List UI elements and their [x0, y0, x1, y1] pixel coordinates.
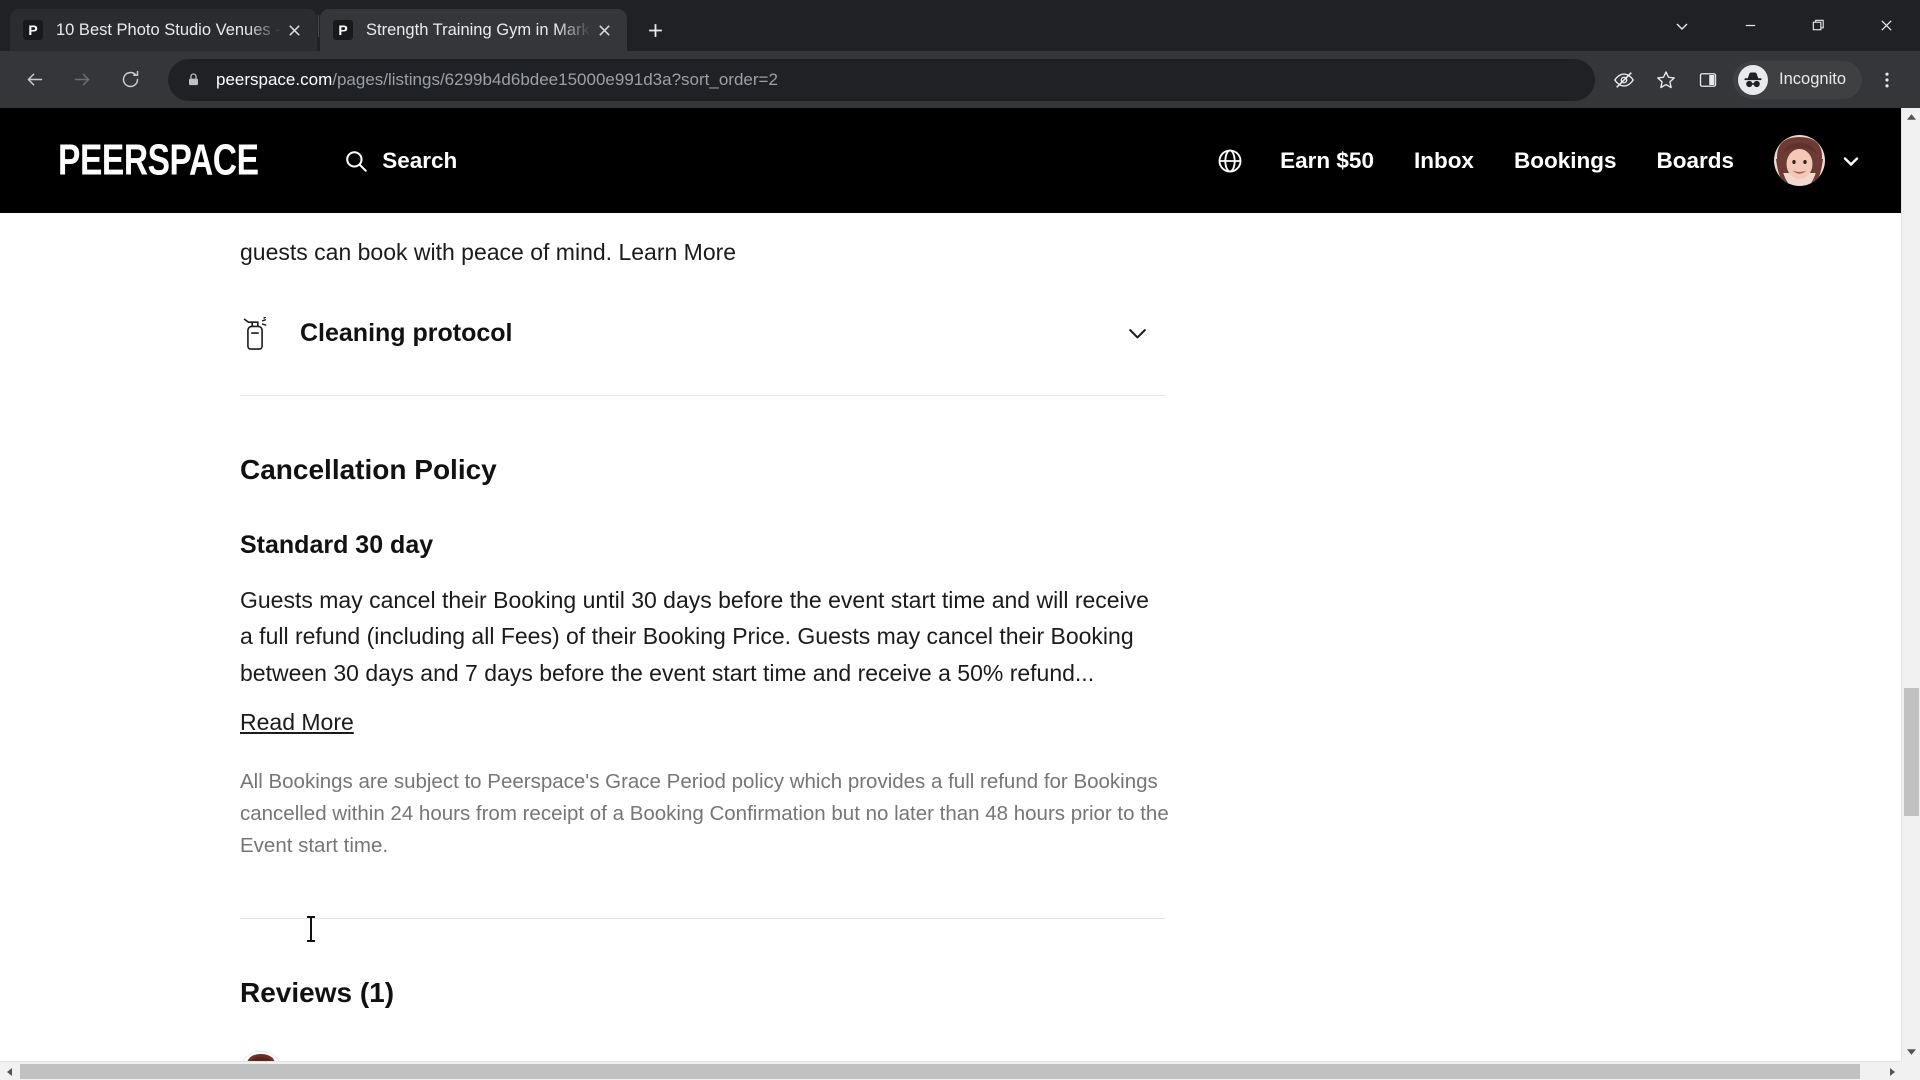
incognito-indicator[interactable]: Incognito — [1733, 60, 1862, 99]
cancellation-policy-body: Guests may cancel their Booking until 30… — [240, 586, 1149, 686]
nav-item-bookings[interactable]: Bookings — [1514, 148, 1617, 174]
cleaning-protocol-title: Cleaning protocol — [300, 319, 513, 348]
vertical-scrollbar[interactable] — [1901, 108, 1920, 1061]
toolbar-right-actions: Incognito — [1603, 59, 1908, 101]
cancellation-policy-heading: Cancellation Policy — [240, 453, 497, 485]
incognito-icon — [1738, 64, 1769, 95]
peerspace-logo[interactable]: PEERSPACE — [58, 136, 259, 185]
tab-title: 10 Best Photo Studio Venues - T — [56, 20, 281, 39]
site-nav: Earn $50 Inbox Bookings Boards — [1216, 135, 1863, 186]
tab-close-icon[interactable] — [281, 17, 307, 43]
url-host: peerspace.com — [216, 69, 333, 89]
nav-item-boards[interactable]: Boards — [1656, 148, 1734, 174]
address-bar-url: peerspace.com/pages/listings/6299b4d6bde… — [216, 70, 778, 90]
page-content: guests can book with peace of mind. Lear… — [0, 213, 1901, 1080]
globe-icon[interactable] — [1216, 147, 1244, 175]
reviews-divider — [240, 918, 1165, 920]
tab-close-icon[interactable] — [591, 17, 617, 43]
lock-icon — [186, 72, 201, 87]
close-window-button[interactable] — [1852, 0, 1920, 51]
tab-favicon-icon: P — [333, 20, 353, 40]
window-controls — [1648, 0, 1920, 51]
hscroll-right-arrow[interactable] — [1882, 1062, 1901, 1080]
search-button[interactable]: Search — [343, 148, 457, 174]
hscroll-thumb[interactable] — [20, 1064, 1860, 1079]
chevron-down-icon[interactable] — [1839, 149, 1863, 173]
nav-item-inbox[interactable]: Inbox — [1414, 148, 1474, 174]
vscroll-down-arrow[interactable] — [1902, 1042, 1920, 1061]
hscroll-left-arrow[interactable] — [0, 1062, 19, 1080]
read-more-link[interactable]: Read More — [240, 709, 354, 736]
url-path: /pages/listings/6299b4d6bdee15000e991d3a… — [332, 69, 778, 89]
user-menu[interactable] — [1774, 135, 1863, 186]
section-divider — [240, 394, 1165, 396]
text-cursor — [307, 916, 315, 942]
tab-title: Strength Training Gym in Markha — [366, 20, 591, 39]
bookmark-star-icon[interactable] — [1645, 59, 1687, 101]
chevron-down-icon[interactable] — [1124, 320, 1165, 347]
covid-lead-text: guests can book with peace of mind. Lear… — [240, 239, 737, 265]
chrome-menu-icon[interactable] — [1866, 59, 1908, 101]
page-viewport: PEERSPACE Search Earn $50 Inbox Bookings… — [0, 108, 1920, 1080]
browser-window: P 10 Best Photo Studio Venues - T P Stre… — [0, 0, 1920, 1080]
browser-tab-2[interactable]: P Strength Training Gym in Markha — [320, 9, 627, 51]
nav-item-earn[interactable]: Earn $50 — [1280, 148, 1374, 174]
reload-button[interactable] — [108, 58, 152, 102]
new-tab-button[interactable] — [636, 11, 674, 49]
vscroll-up-arrow[interactable] — [1902, 108, 1920, 127]
search-icon — [346, 150, 367, 172]
browser-toolbar: peerspace.com/pages/listings/6299b4d6bde… — [0, 51, 1920, 108]
forward-button[interactable] — [60, 58, 104, 102]
site-header: PEERSPACE Search Earn $50 Inbox Bookings… — [0, 108, 1901, 213]
spray-bottle-icon — [240, 316, 280, 351]
content-column: guests can book with peace of mind. Lear… — [240, 213, 1169, 1080]
maximize-restore-button[interactable] — [1784, 0, 1852, 51]
tab-favicon-icon: P — [23, 20, 43, 40]
address-bar[interactable]: peerspace.com/pages/listings/6299b4d6bde… — [168, 58, 1596, 101]
browser-tab-1[interactable]: P 10 Best Photo Studio Venues - T — [10, 9, 317, 51]
incognito-label: Incognito — [1779, 70, 1846, 88]
tab-search-chevron-icon[interactable] — [1648, 0, 1716, 51]
horizontal-scrollbar[interactable] — [0, 1061, 1901, 1080]
web-page: PEERSPACE Search Earn $50 Inbox Bookings… — [0, 108, 1901, 1080]
avatar — [1774, 135, 1825, 186]
back-button[interactable] — [12, 58, 56, 102]
cleaning-protocol-accordion[interactable]: Cleaning protocol — [240, 271, 1165, 395]
tab-separator — [318, 14, 319, 37]
eye-slash-icon[interactable] — [1603, 59, 1645, 101]
side-panel-icon[interactable] — [1687, 59, 1729, 101]
vscroll-thumb[interactable] — [1904, 688, 1919, 816]
grace-period-text: All Bookings are subject to Peerspace's … — [240, 770, 1169, 858]
policy-name: Standard 30 day — [240, 530, 434, 559]
search-label: Search — [382, 147, 458, 173]
tab-strip: P 10 Best Photo Studio Venues - T P Stre… — [0, 0, 1920, 51]
minimize-button[interactable] — [1716, 0, 1784, 51]
reviews-heading: Reviews (1) — [240, 977, 395, 1009]
scrollbar-corner — [1901, 1061, 1920, 1080]
